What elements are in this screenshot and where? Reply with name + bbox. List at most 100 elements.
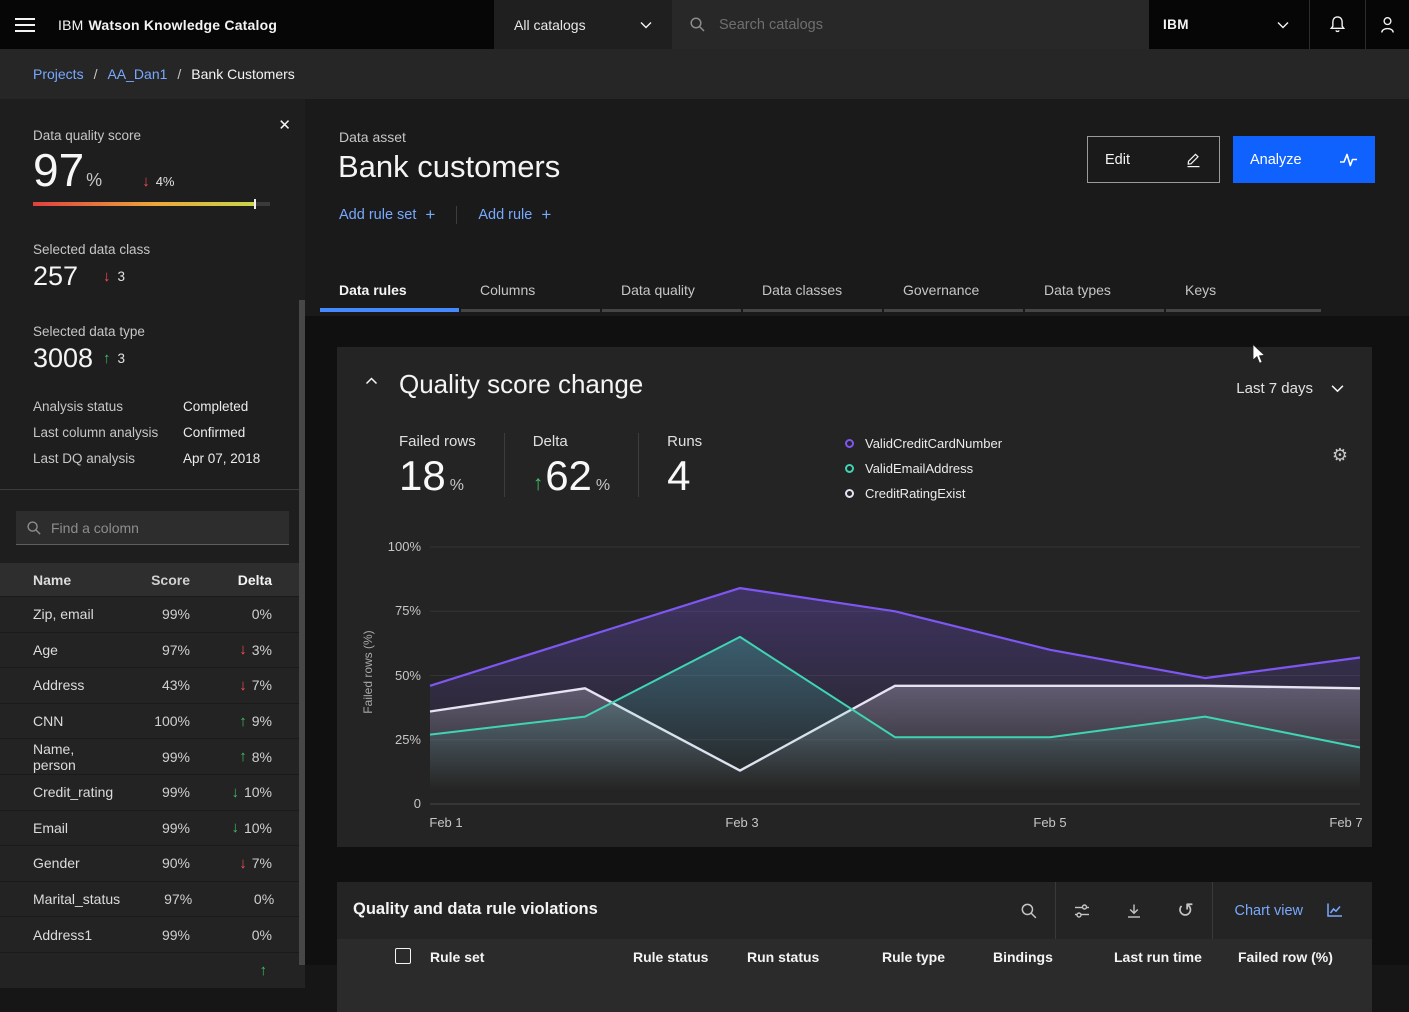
rule-links: Add rule set + Add rule + <box>339 205 551 225</box>
reset-refresh-button[interactable]: ↺ <box>1160 882 1212 939</box>
menu-icon[interactable] <box>0 0 49 49</box>
edit-button[interactable]: Edit <box>1087 136 1220 183</box>
table-row[interactable]: Credit_rating99%↓10% <box>0 774 305 810</box>
table-row[interactable]: ↑ <box>0 952 305 988</box>
table-search-button[interactable] <box>1003 882 1055 939</box>
search-input[interactable] <box>719 17 1099 33</box>
table-row[interactable]: Gender90%↓7% <box>0 845 305 881</box>
chevron-down-icon <box>1277 21 1289 29</box>
chart-view-toggle[interactable]: Chart view <box>1213 902 1373 919</box>
table-row[interactable]: Email99%↓10% <box>0 810 305 846</box>
data-type-delta: 3 <box>118 351 126 366</box>
tab-data-classes[interactable]: Data classes <box>743 282 882 312</box>
filter-settings-button[interactable] <box>1056 882 1108 939</box>
table-row[interactable]: Zip, email99%0% <box>0 596 305 632</box>
find-column-input[interactable] <box>51 520 271 536</box>
breadcrumb-item[interactable]: AA_Dan1 <box>107 66 167 82</box>
collapse-chevron-icon[interactable] <box>365 377 378 385</box>
table-row[interactable]: Address43%↓7% <box>0 667 305 703</box>
violations-header: Quality and data rule violations ↺ <box>337 882 1372 939</box>
quality-score-change-card: Quality score change Last 7 days Failed … <box>337 347 1372 847</box>
brand-name: Watson Knowledge Catalog <box>89 17 278 33</box>
gear-icon[interactable]: ⚙ <box>1332 445 1348 466</box>
tab-data-rules[interactable]: Data rules <box>320 282 459 312</box>
add-rule-set-link[interactable]: Add rule set + <box>339 205 435 225</box>
notifications-button[interactable] <box>1309 0 1365 49</box>
y-tick-label: 50% <box>395 668 421 683</box>
close-icon[interactable]: ✕ <box>278 116 291 134</box>
columns-table-header: NameScoreDelta <box>0 563 305 596</box>
download-button[interactable] <box>1108 882 1160 939</box>
table-row[interactable]: Address199%0% <box>0 916 305 952</box>
violations-column-header: Last run time <box>1114 949 1202 965</box>
plus-icon: + <box>425 205 435 225</box>
score-gradient-fill <box>33 202 255 206</box>
plus-icon: + <box>541 205 551 225</box>
stat-value-row: 18% <box>399 455 476 497</box>
column-delta-value: 0% <box>254 891 274 907</box>
settings-adjust-icon <box>1073 902 1091 920</box>
table-row[interactable]: Marital_status97%0% <box>0 881 305 917</box>
legend-label: ValidEmailAddress <box>865 461 973 476</box>
column-delta-value: 3% <box>252 642 272 658</box>
search-icon <box>1020 902 1038 920</box>
catalog-search <box>672 0 1149 49</box>
catalog-selector[interactable]: All catalogs <box>494 0 672 49</box>
tab-data-quality[interactable]: Data quality <box>602 282 741 312</box>
score-marker <box>254 199 256 209</box>
down-arrow-icon: ↓ <box>231 784 239 801</box>
column-score: 90% <box>118 855 190 871</box>
breadcrumb-separator: / <box>177 66 181 82</box>
legend-item[interactable]: ValidEmailAddress <box>845 456 1002 481</box>
stat-unit: % <box>450 477 464 495</box>
tab-governance[interactable]: Governance <box>884 282 1023 312</box>
app-brand: IBM Watson Knowledge Catalog <box>58 0 277 49</box>
table-row[interactable]: CNN100%↑9% <box>0 703 305 739</box>
column-score: 99% <box>118 820 190 836</box>
column-delta-value: 8% <box>252 749 272 765</box>
tab-label: Governance <box>884 282 1023 298</box>
activity-icon <box>1339 152 1358 168</box>
bell-icon <box>1328 15 1347 34</box>
column-name: Address <box>33 677 118 693</box>
add-rule-link[interactable]: Add rule + <box>478 205 551 225</box>
violations-column-header: Rule type <box>882 949 945 965</box>
y-tick-label: 75% <box>395 603 421 618</box>
status-label: Last column analysis <box>33 425 183 440</box>
top-nav: IBM Watson Knowledge Catalog All catalog… <box>0 0 1409 49</box>
dq-score-delta: 4% <box>156 174 175 189</box>
y-axis-ticks: 100%75%50%25%0 <box>337 547 421 804</box>
tab-columns[interactable]: Columns <box>461 282 600 312</box>
breadcrumb-item[interactable]: Projects <box>33 66 84 82</box>
column-score: 99% <box>118 749 190 765</box>
breadcrumb-item: Bank Customers <box>191 66 294 82</box>
table-row[interactable]: Age97%↓3% <box>0 632 305 668</box>
column-delta: 0% <box>190 606 272 622</box>
up-arrow-icon: ↑ <box>533 472 544 496</box>
tab-data-types[interactable]: Data types <box>1025 282 1164 312</box>
selected-data-class-block: Selected data class 257 ↓ 3 <box>33 242 150 292</box>
x-tick-label: Feb 1 <box>429 815 462 830</box>
down-arrow-icon: ↓ <box>142 173 150 190</box>
stats-divider <box>504 433 505 497</box>
column-name: Gender <box>33 855 118 871</box>
legend-item[interactable]: CreditRatingExist <box>845 481 1002 506</box>
legend-item[interactable]: ValidCreditCardNumber <box>845 431 1002 456</box>
up-arrow-icon: ↑ <box>239 748 247 765</box>
column-score: 99% <box>118 784 190 800</box>
down-arrow-icon: ↓ <box>239 855 247 872</box>
analysis-status-row: Last DQ analysisApr 07, 2018 <box>33 451 283 466</box>
table-row[interactable]: Name, person99%↑8% <box>0 738 305 774</box>
tab-keys[interactable]: Keys <box>1166 282 1321 312</box>
column-name: Zip, email <box>33 606 118 622</box>
find-column-field <box>16 511 289 545</box>
user-profile-button[interactable] <box>1365 0 1409 49</box>
time-range-selector[interactable]: Last 7 days <box>1236 380 1344 397</box>
breadcrumb-separator: / <box>94 66 98 82</box>
column-name: Address1 <box>33 927 118 943</box>
violations-column-header: Bindings <box>993 949 1053 965</box>
select-all-checkbox[interactable] <box>395 948 411 964</box>
column-score: 99% <box>118 606 190 622</box>
account-selector[interactable]: IBM <box>1149 0 1309 49</box>
analyze-button[interactable]: Analyze <box>1233 136 1375 183</box>
